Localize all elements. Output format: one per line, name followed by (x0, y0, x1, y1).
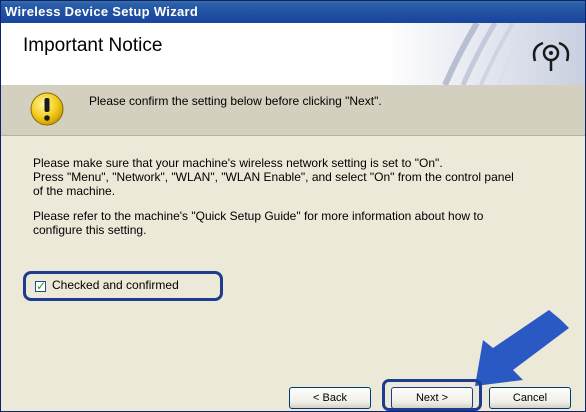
confirm-checkbox-label[interactable]: Checked and confirmed (52, 278, 179, 292)
confirm-checkbox-highlight: ✓ Checked and confirmed (23, 271, 223, 301)
window-titlebar[interactable]: Wireless Device Setup Wizard (1, 1, 585, 23)
window-title: Wireless Device Setup Wizard (5, 4, 199, 19)
notice-bar: Please confirm the setting below before … (1, 85, 585, 136)
notice-text: Please confirm the setting below before … (89, 94, 382, 108)
reference-line-1: Please refer to the machine's "Quick Set… (33, 209, 484, 223)
instruction-line-2: Press "Menu", "Network", "WLAN", "WLAN E… (33, 170, 514, 184)
next-button[interactable]: Next > (391, 387, 473, 409)
cancel-button[interactable]: Cancel (489, 387, 571, 409)
instruction-line-3: of the machine. (33, 184, 116, 198)
pointer-arrow-icon (475, 310, 569, 386)
page-title: Important Notice (23, 35, 163, 56)
wizard-window: Wireless Device Setup Wizard Important N… (0, 0, 586, 412)
reference-line-2: configure this setting. (33, 223, 147, 237)
wizard-header: Important Notice (1, 23, 585, 86)
instruction-line-1: Please make sure that your machine's wir… (33, 156, 443, 170)
warning-icon (30, 92, 64, 126)
back-button[interactable]: < Back (289, 387, 371, 409)
wireless-signal-icon (385, 23, 585, 85)
checkmark-icon: ✓ (36, 279, 47, 293)
confirm-checkbox[interactable]: ✓ (35, 279, 47, 293)
